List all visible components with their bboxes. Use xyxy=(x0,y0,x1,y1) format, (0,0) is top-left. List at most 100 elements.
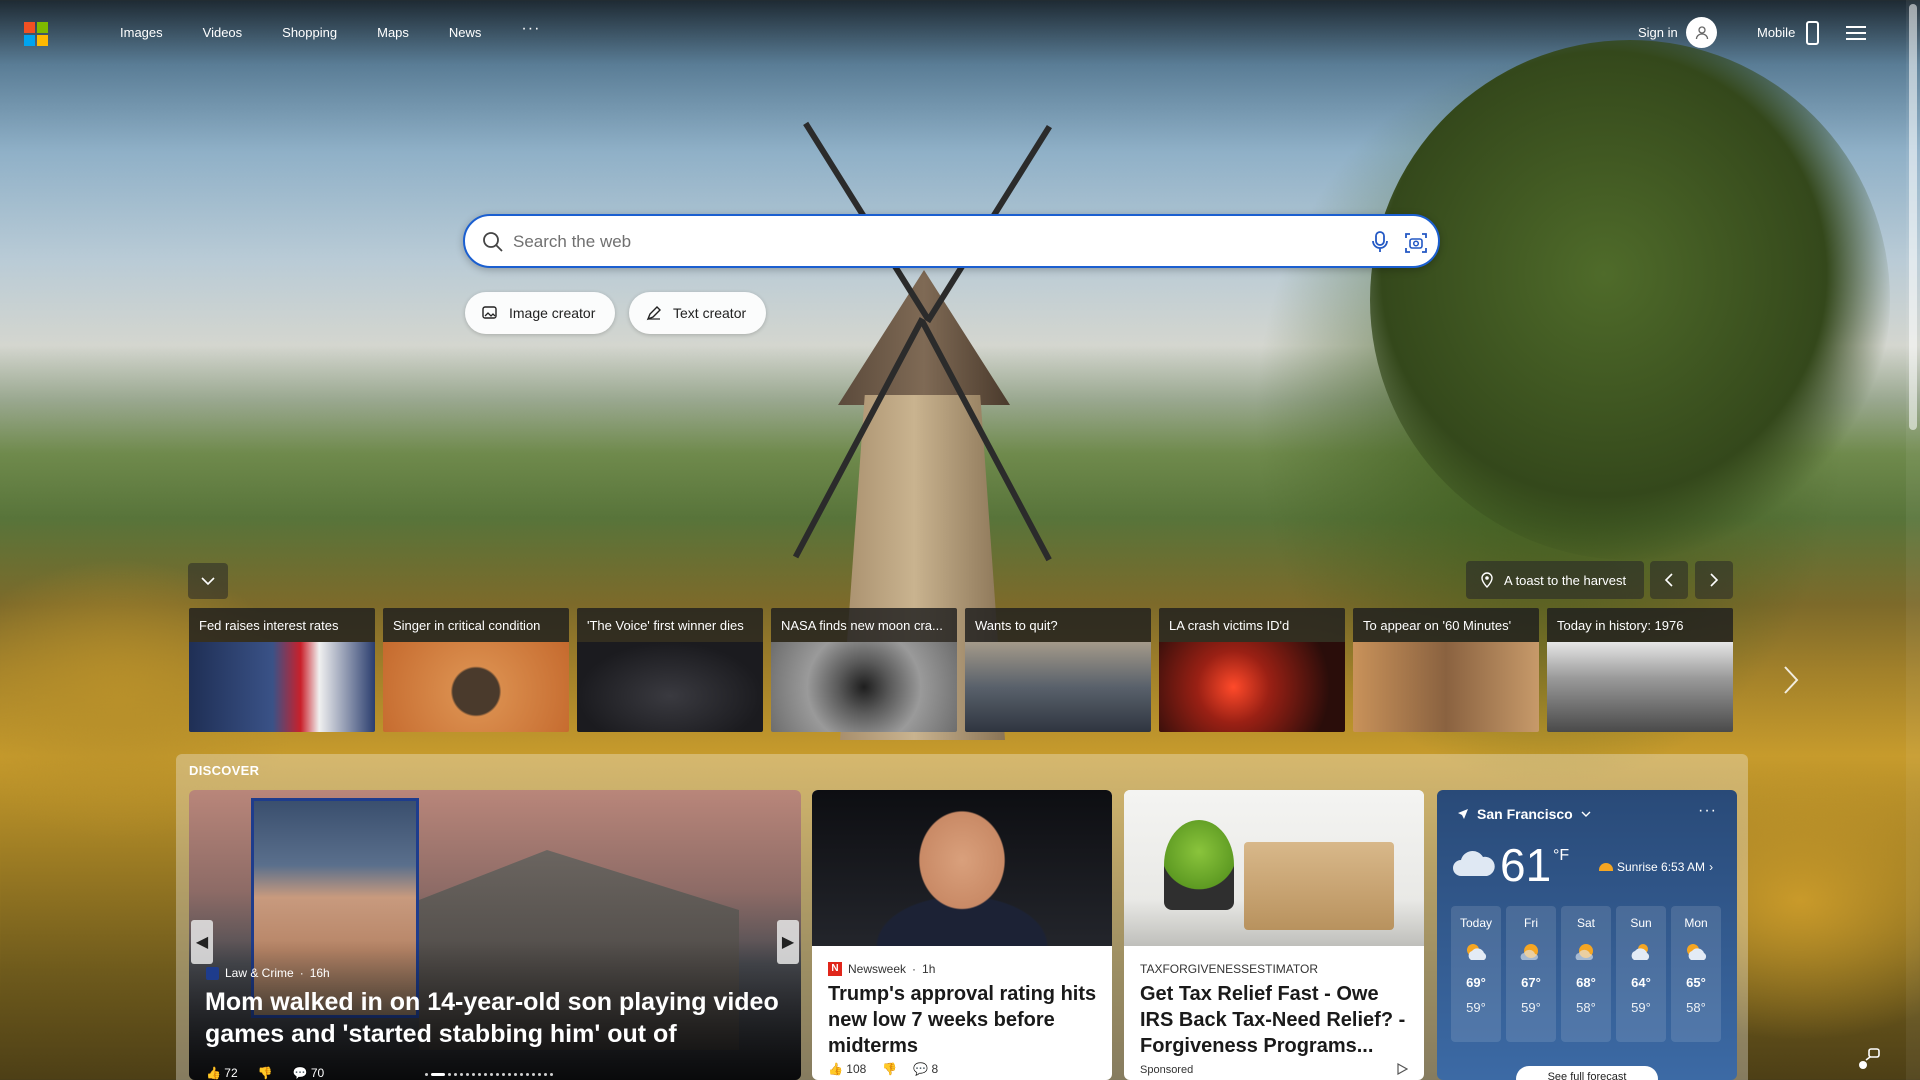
featured-next-button[interactable]: ▶ xyxy=(777,920,799,964)
temperature-unit[interactable]: °F xyxy=(1553,847,1569,865)
carousel-dot[interactable] xyxy=(448,1073,451,1076)
nav-shopping[interactable]: Shopping xyxy=(282,25,337,40)
page-scrollbar[interactable] xyxy=(1906,0,1920,1080)
carousel-dot[interactable] xyxy=(520,1073,523,1076)
carousel-dot[interactable] xyxy=(425,1073,428,1076)
sponsored-card-title[interactable]: Get Tax Relief Fast - Owe IRS Back Tax-N… xyxy=(1140,981,1412,1059)
nav-videos[interactable]: Videos xyxy=(203,25,243,40)
news-tile-label: Wants to quit? xyxy=(965,608,1151,642)
visual-search-icon[interactable] xyxy=(1403,230,1429,256)
dislike-icon[interactable]: 👎 xyxy=(882,1062,897,1076)
collapse-feed-button[interactable] xyxy=(188,563,228,599)
previous-image-button[interactable] xyxy=(1650,561,1688,599)
news-tile-image xyxy=(771,642,957,732)
next-image-button[interactable] xyxy=(1695,561,1733,599)
news-tile[interactable]: Fed raises interest rates xyxy=(189,608,375,732)
daily-forecast: Today 69° 59° Fri 67° 59° Sat 68° 58° Su… xyxy=(1451,906,1721,1042)
weather-location[interactable]: San Francisco xyxy=(1457,806,1591,822)
news-card[interactable]: N Newsweek · 1h Trump's approval rating … xyxy=(812,790,1112,1080)
search-input[interactable] xyxy=(513,228,1293,256)
featured-story-headline[interactable]: Mom walked in on 14-year-old son playing… xyxy=(205,986,785,1050)
forecast-day[interactable]: Sun 64° 59° xyxy=(1616,906,1666,1042)
carousel-dot-active[interactable] xyxy=(431,1073,445,1076)
microsoft-logo[interactable] xyxy=(24,22,48,46)
microphone-icon[interactable] xyxy=(1368,230,1392,254)
news-card-stats: 👍 108 👎 💬 8 xyxy=(828,1062,938,1076)
carousel-dot[interactable] xyxy=(496,1073,499,1076)
news-card-title[interactable]: Trump's approval rating hits new low 7 w… xyxy=(828,981,1100,1059)
weather-more-button[interactable]: ··· xyxy=(1698,802,1717,820)
carousel-dot[interactable] xyxy=(544,1073,547,1076)
carousel-dot[interactable] xyxy=(508,1073,511,1076)
forecast-low: 59° xyxy=(1466,1000,1486,1015)
featured-story-card[interactable]: ◀ ▶ Law & Crime · 16h Mom walked in on 1… xyxy=(189,790,801,1080)
forecast-day[interactable]: Fri 67° 59° xyxy=(1506,906,1556,1042)
carousel-dot[interactable] xyxy=(532,1073,535,1076)
carousel-dot[interactable] xyxy=(550,1073,553,1076)
carousel-dot[interactable] xyxy=(490,1073,493,1076)
top-bar: Images Videos Shopping Maps News ··· Sig… xyxy=(0,0,1920,66)
tiles-next-arrow-icon[interactable] xyxy=(1783,665,1799,695)
carousel-dot[interactable] xyxy=(466,1073,469,1076)
carousel-dot[interactable] xyxy=(472,1073,475,1076)
forecast-low: 58° xyxy=(1576,1000,1596,1015)
news-tile[interactable]: 'The Voice' first winner dies xyxy=(577,608,763,732)
location-pin-icon xyxy=(1481,572,1493,588)
news-tile[interactable]: Singer in critical condition xyxy=(383,608,569,732)
news-tile-label: Singer in critical condition xyxy=(383,608,569,642)
logo-red-square xyxy=(24,22,35,33)
comment-button[interactable]: 💬 8 xyxy=(913,1062,938,1076)
sponsored-card[interactable]: TAXFORGIVENESSESTIMATOR Get Tax Relief F… xyxy=(1124,790,1424,1080)
phone-icon[interactable] xyxy=(1806,21,1819,45)
like-button[interactable]: 👍 108 xyxy=(828,1062,866,1076)
carousel-dot[interactable] xyxy=(538,1073,541,1076)
news-tile[interactable]: Wants to quit? xyxy=(965,608,1151,732)
news-tile[interactable]: Today in history: 1976 xyxy=(1547,608,1733,732)
news-tile-image xyxy=(383,642,569,732)
hamburger-menu-icon[interactable] xyxy=(1846,26,1866,40)
sign-in-link[interactable]: Sign in xyxy=(1638,25,1678,40)
see-full-forecast-button[interactable]: See full forecast xyxy=(1516,1066,1658,1080)
featured-prev-button[interactable]: ◀ xyxy=(191,920,213,964)
sunrise-info[interactable]: Sunrise 6:53 AM › xyxy=(1599,860,1713,874)
nav-images[interactable]: Images xyxy=(120,25,163,40)
carousel-dot[interactable] xyxy=(454,1073,457,1076)
weather-widget[interactable]: San Francisco ··· 61 °F Sunrise 6:53 AM … xyxy=(1437,790,1737,1080)
forecast-low: 59° xyxy=(1631,1000,1651,1015)
feedback-icon[interactable] xyxy=(1856,1046,1882,1072)
image-creator-button[interactable]: Image creator xyxy=(465,292,616,334)
current-temperature: 61 xyxy=(1500,839,1552,891)
carousel-dot[interactable] xyxy=(484,1073,487,1076)
like-button[interactable]: 👍 72 xyxy=(206,1066,238,1080)
comment-count: 70 xyxy=(310,1066,325,1080)
dislike-icon[interactable]: 👎 xyxy=(258,1066,273,1080)
carousel-dot[interactable] xyxy=(460,1073,463,1076)
nav-news[interactable]: News xyxy=(449,25,482,40)
news-tile[interactable]: LA crash victims ID'd xyxy=(1159,608,1345,732)
comment-button[interactable]: 💬 70 xyxy=(293,1066,325,1080)
forecast-day[interactable]: Mon 65° 58° xyxy=(1671,906,1721,1042)
forecast-day-name: Fri xyxy=(1524,916,1538,930)
scrollbar-thumb[interactable] xyxy=(1909,4,1917,430)
news-tile[interactable]: To appear on '60 Minutes' xyxy=(1353,608,1539,732)
forecast-day[interactable]: Today 69° 59° xyxy=(1451,906,1501,1042)
carousel-dot[interactable] xyxy=(478,1073,481,1076)
mobile-link[interactable]: Mobile xyxy=(1757,25,1795,40)
text-creator-button[interactable]: Text creator xyxy=(629,292,767,334)
forecast-day[interactable]: Sat 68° 58° xyxy=(1561,906,1611,1042)
nav-more-button[interactable]: ··· xyxy=(521,20,540,40)
carousel-dot[interactable] xyxy=(526,1073,529,1076)
carousel-dot[interactable] xyxy=(502,1073,505,1076)
image-location-button[interactable]: A toast to the harvest xyxy=(1466,561,1645,599)
news-tile-image xyxy=(1353,642,1539,732)
news-tile[interactable]: NASA finds new moon cra... xyxy=(771,608,957,732)
nav-maps[interactable]: Maps xyxy=(377,25,409,40)
like-count: 72 xyxy=(224,1066,238,1080)
news-tiles: Fed raises interest rates Singer in crit… xyxy=(189,608,1733,732)
news-tile-image xyxy=(1159,642,1345,732)
weather-city: San Francisco xyxy=(1477,806,1573,822)
ad-choices-icon[interactable] xyxy=(1396,1063,1408,1075)
carousel-dot[interactable] xyxy=(514,1073,517,1076)
avatar[interactable] xyxy=(1686,17,1717,48)
forecast-day-name: Sat xyxy=(1576,916,1595,930)
